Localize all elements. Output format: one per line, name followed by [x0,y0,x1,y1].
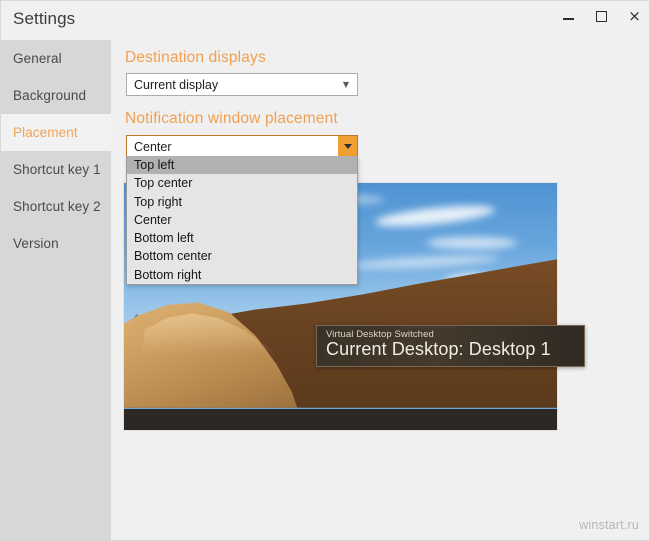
sidebar-item-label: Shortcut key 2 [13,199,101,214]
notification-placement-select[interactable]: Center [126,135,358,158]
notification-placement-dropdown: Top left Top center Top right Center Bot… [126,156,358,286]
dropdown-option-center[interactable]: Center [127,211,357,229]
destination-display-select[interactable]: Current display ▼ [126,73,358,96]
dropdown-option-bottom-left[interactable]: Bottom left [127,229,357,247]
dropdown-option-bottom-right[interactable]: Bottom right [127,266,357,284]
dropdown-option-label: Top center [134,176,193,191]
sidebar-item-general[interactable]: General [1,40,111,77]
notification-placement-value: Center [134,139,172,154]
close-button[interactable]: × [618,1,649,31]
close-icon: × [628,6,641,25]
dropdown-option-label: Top right [134,194,182,209]
dropdown-option-label: Top left [134,158,175,172]
watermark: winstart.ru [579,518,639,532]
notification-toast-preview: Virtual Desktop Switched Current Desktop… [316,325,585,367]
sidebar-item-shortcut-key-2[interactable]: Shortcut key 2 [1,188,111,225]
dropdown-option-label: Bottom left [134,231,194,246]
notification-placement-heading: Notification window placement [125,110,338,127]
dropdown-option-label: Center [134,212,172,227]
sidebar-item-background[interactable]: Background [1,77,111,114]
sidebar: General Background Placement Shortcut ke… [1,40,111,540]
page-title: Settings [13,9,76,28]
chevron-down-icon: ▼ [342,80,350,89]
dropdown-option-label: Bottom right [134,267,202,282]
toast-title: Current Desktop: Desktop 1 [326,339,551,359]
sidebar-item-placement[interactable]: Placement [1,114,111,151]
dropdown-toggle-button[interactable] [338,136,357,157]
sidebar-item-label: Background [13,88,87,103]
destination-display-value: Current display [134,77,219,92]
settings-window: Settings × General Background Placement … [0,0,650,541]
sidebar-item-label: General [13,51,62,66]
dropdown-option-top-right[interactable]: Top right [127,193,357,211]
dropdown-option-label: Bottom center [134,249,212,264]
minimize-icon [563,17,574,20]
sidebar-item-version[interactable]: Version [1,225,111,262]
sidebar-item-label: Shortcut key 1 [13,162,101,177]
dropdown-option-top-left[interactable]: Top left [127,156,357,175]
content-panel: Destination displays Current display ▼ N… [111,40,649,540]
preview-taskbar [124,409,557,430]
minimize-button[interactable] [552,1,585,31]
sidebar-item-label: Placement [13,125,78,140]
sidebar-item-shortcut-key-1[interactable]: Shortcut key 1 [1,151,111,188]
maximize-icon [596,10,607,22]
chevron-down-icon [343,144,352,149]
window-controls: × [552,1,649,33]
dropdown-option-top-center[interactable]: Top center [127,174,357,192]
sidebar-item-label: Version [13,236,59,251]
destination-displays-heading: Destination displays [125,49,266,66]
title-bar: Settings × [1,1,649,39]
maximize-button[interactable] [585,1,618,31]
dropdown-option-bottom-center[interactable]: Bottom center [127,247,357,265]
